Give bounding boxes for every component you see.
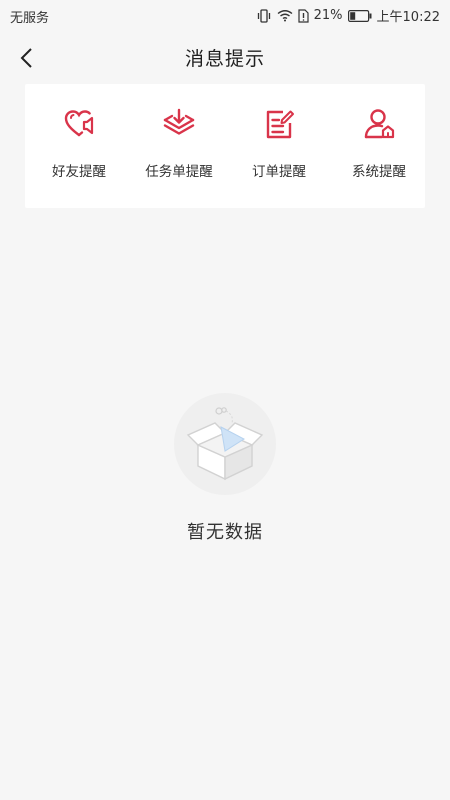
category-task-reminder[interactable]: 任务单提醒 bbox=[129, 84, 229, 208]
notification-categories: 好友提醒 任务单提醒 订单提醒 系统提醒 bbox=[25, 84, 425, 208]
sim-alert-icon bbox=[298, 8, 309, 23]
order-edit-icon bbox=[266, 110, 294, 139]
status-bar: 无服务 21% 上午10:22 bbox=[0, 0, 450, 30]
layers-download-icon bbox=[163, 108, 195, 135]
status-icons: 21% 上午10:22 bbox=[256, 6, 440, 25]
clock-time: 上午10:22 bbox=[376, 10, 440, 25]
category-order-reminder[interactable]: 订单提醒 bbox=[229, 84, 329, 208]
empty-box-icon bbox=[174, 393, 276, 495]
wifi-icon bbox=[277, 10, 293, 22]
category-friend-reminder[interactable]: 好友提醒 bbox=[29, 84, 129, 208]
battery-icon bbox=[347, 9, 372, 22]
heart-speaker-icon bbox=[64, 110, 94, 137]
category-system-reminder[interactable]: 系统提醒 bbox=[329, 84, 429, 208]
carrier-text: 无服务 bbox=[10, 11, 50, 26]
nav-bar: 消息提示 bbox=[0, 36, 450, 80]
battery-percent: 21% bbox=[313, 8, 343, 23]
page-title: 消息提示 bbox=[184, 48, 265, 70]
user-home-icon bbox=[364, 109, 395, 139]
category-label: 任务单提醒 bbox=[145, 164, 213, 180]
category-label: 订单提醒 bbox=[252, 164, 306, 180]
category-label: 好友提醒 bbox=[52, 164, 106, 180]
category-label: 系统提醒 bbox=[352, 164, 406, 180]
vibrate-icon bbox=[257, 8, 270, 23]
empty-state-text: 暂无数据 bbox=[187, 522, 263, 543]
